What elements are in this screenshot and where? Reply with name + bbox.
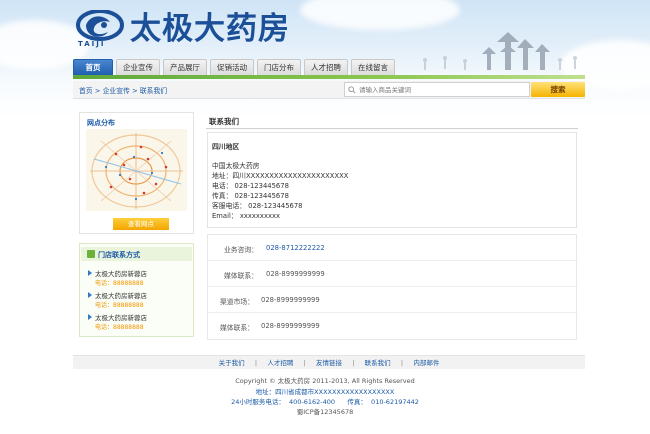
- store-contacts-panel: 门店联系方式 太极大药房新蓉店 电话：88888888 太极大药房新蓉店 电话：…: [79, 243, 194, 337]
- search-button[interactable]: 搜索: [531, 82, 585, 97]
- breadcrumb-home[interactable]: 首页: [79, 87, 93, 95]
- nav-underline: [73, 75, 585, 79]
- contact-label: 媒体联系：: [220, 324, 254, 332]
- bullet-arrow-icon: [88, 314, 92, 320]
- copyright-text: Copyright © 太极大药房 2011-2013, All Rights …: [235, 377, 415, 385]
- contact-label: 渠道市场：: [220, 298, 254, 306]
- bullet-arrow-icon: [88, 292, 92, 298]
- footer-sep: |: [254, 359, 258, 367]
- breadcrumb-level2[interactable]: 联系我们: [140, 87, 167, 95]
- nav-message[interactable]: 在线留言: [351, 59, 395, 75]
- city-map-image[interactable]: [86, 129, 187, 211]
- contact-label: 媒体联系：: [224, 272, 258, 280]
- footer-address: 地址：四川省成都市XXXXXXXXXXXXXXXXXX: [255, 388, 395, 396]
- contact-info-box: 四川地区 中国太极大药房 地址：四川XXXXXXXXXXXXXXXXXXXXXX…: [207, 132, 577, 228]
- nav-corporate-promo[interactable]: 企业宣传: [116, 59, 160, 75]
- footer-link-friends[interactable]: 友情链接: [316, 359, 342, 367]
- title-divider: [206, 128, 578, 129]
- table-row: 媒体联系： 028-8999999999: [208, 261, 578, 287]
- email-text: Email： xxxxxxxxxx: [212, 212, 281, 220]
- footer-link-contact[interactable]: 联系我们: [365, 359, 391, 367]
- store-name[interactable]: 太极大药房新蓉店: [95, 268, 147, 278]
- nav-recruitment[interactable]: 人才招聘: [304, 59, 348, 75]
- table-row: 业务咨询： 028-8712222222: [208, 235, 578, 261]
- contact-value: 028-8999999999: [261, 322, 320, 330]
- search-box: [344, 82, 530, 97]
- phone-text: 电话： 028-123445678: [212, 182, 289, 190]
- search-icon: [348, 86, 356, 94]
- nav-products[interactable]: 产品展厅: [163, 59, 207, 75]
- table-row: 媒体联系： 028-8999999999: [208, 313, 578, 339]
- footer-link-mail[interactable]: 内部邮件: [413, 359, 439, 367]
- service-phone-text: 客服电话： 028-123445678: [212, 202, 303, 210]
- footer-hotline: 24小时服务电话： 400-6162-400 传真： 010-62197442: [231, 398, 419, 406]
- store-name[interactable]: 太极大药房新蓉店: [95, 312, 147, 322]
- table-row: 渠道市场： 028-8999999999: [208, 287, 578, 313]
- nav-home[interactable]: 首页: [73, 59, 113, 75]
- footer-links: 关于我们 | 人才招聘 | 友情链接 | 联系我们 | 内部邮件: [73, 355, 585, 369]
- main-nav: 首页 企业宣传 产品展厅 促销活动 门店分布 人才招聘 在线留言: [73, 59, 585, 75]
- icp-number: 蜀ICP备12345678: [296, 408, 354, 416]
- view-stores-button[interactable]: 查看网点: [113, 218, 169, 230]
- footer-sep: |: [303, 359, 306, 367]
- breadcrumb-sep: >: [94, 87, 101, 95]
- map-title: 网点分布: [87, 119, 115, 127]
- nav-stores[interactable]: 门店分布: [257, 59, 301, 75]
- bullet-arrow-icon: [88, 270, 92, 276]
- contact-value: 028-8999999999: [261, 296, 320, 304]
- store-phone: 电话：88888888: [95, 280, 144, 287]
- breadcrumb-sep: >: [132, 87, 138, 95]
- company-name: 中国太极大药房: [212, 162, 260, 170]
- map-panel: 网点分布 查看网点: [79, 112, 194, 234]
- store-contacts-title: 门店联系方式: [98, 251, 140, 259]
- footer-sep: |: [400, 359, 404, 367]
- department-contacts: 业务咨询： 028-8712222222 媒体联系： 028-899999999…: [207, 234, 578, 340]
- region-heading: 四川地区: [212, 143, 240, 151]
- footer-link-recruitment[interactable]: 人才招聘: [267, 359, 293, 367]
- fax-text: 传真： 028-123445678: [212, 192, 289, 200]
- footer-sep: |: [352, 359, 355, 367]
- contact-value: 028-8712222222: [266, 244, 325, 252]
- contact-value: 028-8999999999: [266, 270, 325, 278]
- store-icon: [87, 250, 95, 258]
- page-title: 联系我们: [209, 117, 239, 126]
- brand-name: 太极大药房: [130, 11, 290, 47]
- breadcrumb-level1[interactable]: 企业宣传: [103, 87, 130, 95]
- contact-label: 业务咨询：: [224, 246, 258, 254]
- store-name[interactable]: 太极大药房新蓉店: [95, 290, 147, 300]
- address-text: 地址：四川XXXXXXXXXXXXXXXXXXXXXX: [212, 172, 349, 180]
- nav-promotions[interactable]: 促销活动: [210, 59, 254, 75]
- store-phone: 电话：88888888: [95, 324, 144, 331]
- store-contacts-header: 门店联系方式: [81, 247, 192, 261]
- search-input[interactable]: [359, 83, 527, 96]
- footer-link-about[interactable]: 关于我们: [219, 359, 245, 367]
- store-phone: 电话：88888888: [95, 302, 144, 309]
- breadcrumb: 首页 > 企业宣传 > 联系我们: [79, 85, 167, 95]
- logo-word: TAIJI: [78, 40, 106, 48]
